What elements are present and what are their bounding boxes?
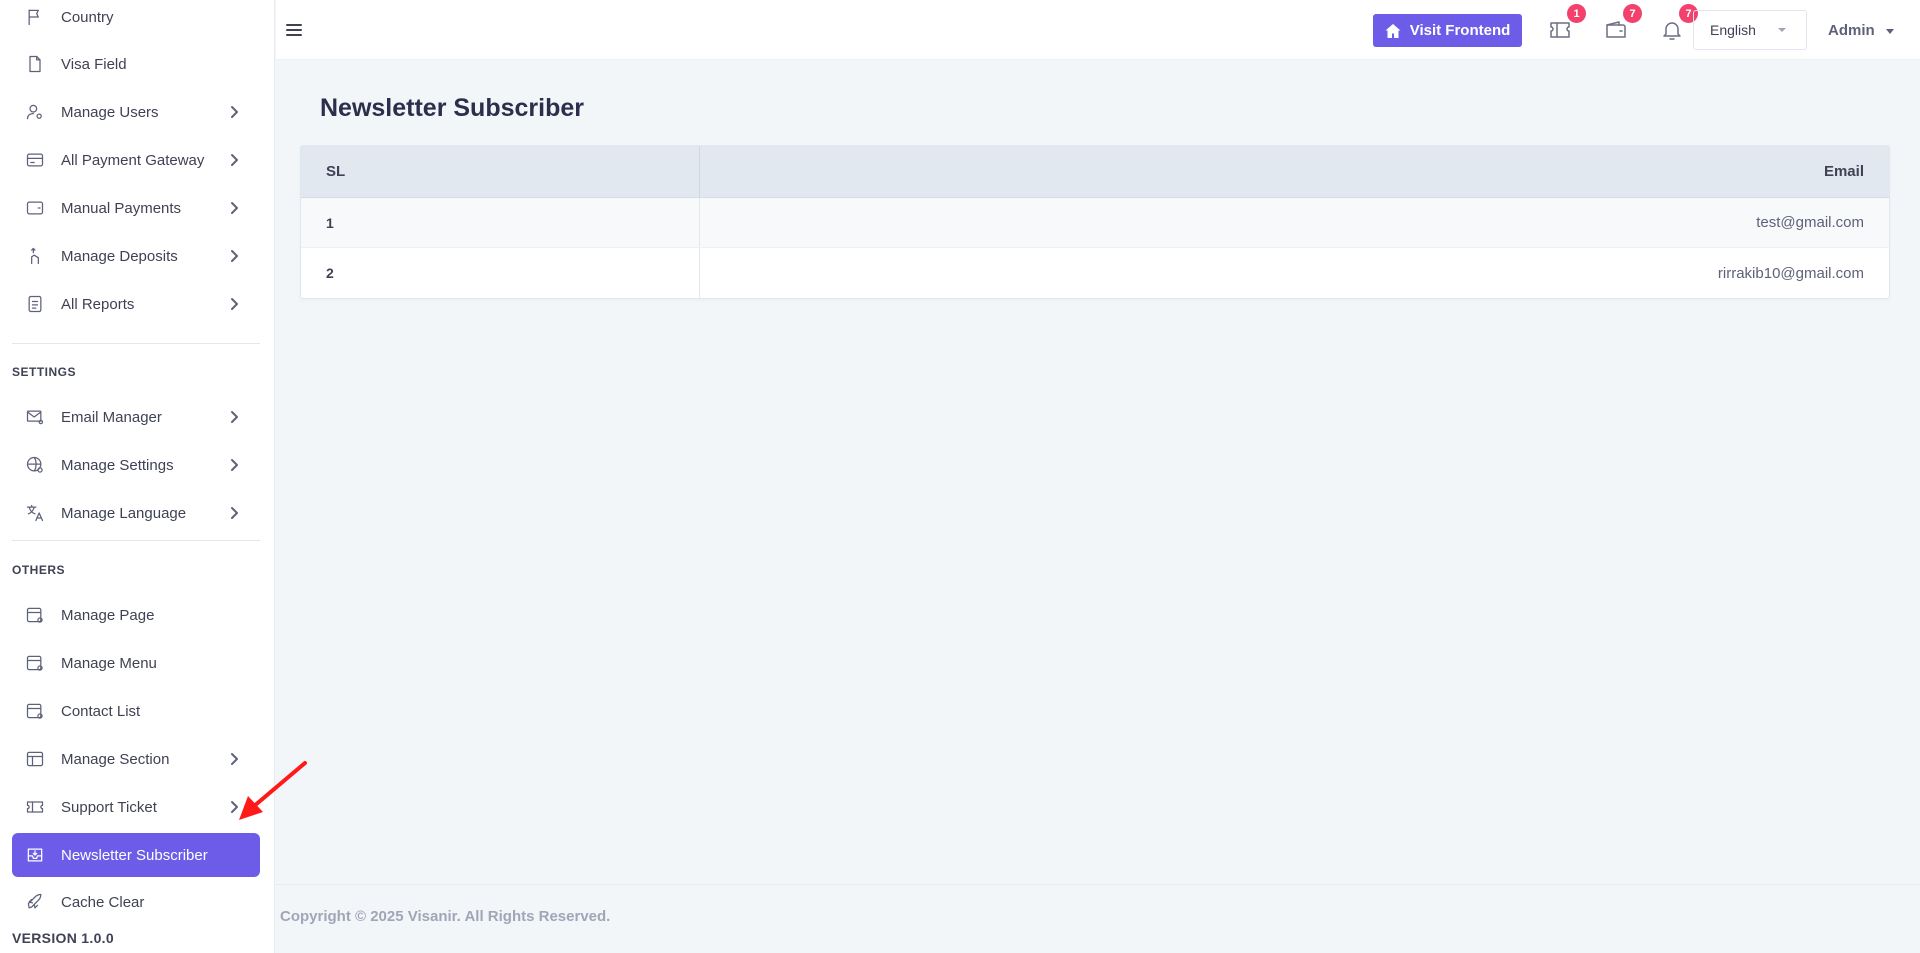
sidebar-item-manage-users[interactable]: Manage Users [12, 90, 260, 134]
chevron-right-icon [226, 104, 242, 120]
translate-icon [25, 503, 45, 523]
sidebar-item-support-ticket[interactable]: Support Ticket [12, 785, 260, 829]
chevron-right-icon [226, 248, 242, 264]
sidebar-item-contact-list[interactable]: Contact List [12, 689, 260, 733]
sidebar-item-label: Email Manager [61, 408, 162, 426]
bell-icon [1663, 22, 1681, 40]
sidebar-item-label: Newsletter Subscriber [61, 846, 208, 864]
annotation-arrow-icon [239, 761, 307, 820]
section-label-others: OTHERS [12, 563, 66, 577]
inbox-icon [25, 845, 45, 865]
caret-down-icon [1885, 28, 1894, 34]
sidebar: Country Visa Field Manage Users All Paym… [0, 0, 275, 953]
section-label-settings: SETTINGS [12, 365, 77, 379]
sidebar-item-label: All Payment Gateway [61, 151, 205, 169]
table-header-row: SL Email [301, 146, 1889, 198]
sidebar-item-label: Manage Section [61, 750, 170, 768]
hamburger-menu-icon[interactable] [284, 20, 304, 40]
sidebar-item-cache-clear[interactable]: Cache Clear [12, 880, 260, 924]
sidebar-item-manage-deposits[interactable]: Manage Deposits [12, 234, 260, 278]
sidebar-item-label: Manage Language [61, 504, 187, 522]
caret-down-icon [1778, 28, 1786, 32]
file-icon [25, 54, 45, 74]
home-icon [1385, 23, 1401, 38]
visit-frontend-label: Visit Frontend [1409, 22, 1511, 39]
row-email: test@gmail.com [1756, 214, 1864, 231]
language-selected-value: English [1710, 22, 1756, 38]
wallet-icon [25, 198, 45, 218]
sidebar-item-label: Manage Deposits [61, 247, 178, 265]
row-sl: 1 [301, 198, 700, 247]
chevron-right-icon [226, 505, 242, 521]
page-title: Newsletter Subscriber [320, 94, 584, 122]
ticket-icon [25, 797, 45, 817]
subscriber-table: SL Email 1 test@gmail.com 2 rirrakib10@g… [300, 145, 1890, 299]
deposit-hand-icon [25, 246, 45, 266]
admin-dropdown[interactable]: Admin [1828, 22, 1894, 39]
flag-icon [25, 7, 45, 27]
user-gear-icon [25, 102, 45, 122]
sidebar-item-email-manager[interactable]: Email Manager [12, 395, 260, 439]
chevron-right-icon [226, 457, 242, 473]
table-row: 1 test@gmail.com [301, 198, 1889, 248]
globe-gear-icon [25, 455, 45, 475]
contact-gear-icon [25, 701, 45, 721]
table-row: 2 rirrakib10@gmail.com [301, 248, 1889, 298]
deposit-notification-button[interactable]: 7 [1604, 4, 1642, 44]
report-icon [25, 294, 45, 314]
sidebar-item-manage-language[interactable]: Manage Language [12, 491, 260, 535]
notification-bell-button[interactable]: 7 [1660, 4, 1698, 44]
deposit-count-badge: 7 [1623, 4, 1642, 23]
row-email: rirrakib10@gmail.com [1717, 264, 1864, 282]
chevron-right-icon [226, 152, 242, 168]
sidebar-item-label: Support Ticket [61, 798, 157, 816]
footer-divider [276, 884, 1920, 885]
sidebar-item-manage-page[interactable]: Manage Page [12, 593, 260, 637]
language-select[interactable]: English [1693, 10, 1807, 50]
sidebar-item-all-reports[interactable]: All Reports [12, 282, 260, 326]
sidebar-item-label: Visa Field [61, 55, 127, 73]
header-sl: SL [301, 146, 700, 197]
ticket-count-badge: 1 [1567, 4, 1586, 23]
mail-gear-icon [25, 407, 45, 427]
sidebar-item-label: Country [61, 8, 114, 26]
sidebar-item-newsletter-subscriber[interactable]: Newsletter Subscriber [12, 833, 260, 877]
wallet-icon [1606, 21, 1626, 38]
row-sl: 2 [301, 248, 700, 298]
header-email: Email [1823, 163, 1864, 180]
chevron-right-icon [226, 296, 242, 312]
sidebar-item-manual-payments[interactable]: Manual Payments [12, 186, 260, 230]
sidebar-item-label: Cache Clear [61, 893, 145, 911]
visit-frontend-button[interactable]: Visit Frontend [1373, 14, 1522, 47]
sidebar-item-visa-field[interactable]: Visa Field [12, 42, 260, 86]
chevron-right-icon [226, 409, 242, 425]
page-gear-icon [25, 605, 45, 625]
sidebar-item-label: Manage Users [61, 103, 159, 121]
sidebar-item-manage-section[interactable]: Manage Section [12, 737, 260, 781]
sidebar-item-label: Contact List [61, 702, 141, 720]
ticket-notification-button[interactable]: 1 [1548, 4, 1586, 44]
topbar: Visit Frontend 1 7 7 English Admin [276, 0, 1920, 60]
sidebar-divider [12, 343, 260, 344]
sidebar-item-manage-menu[interactable]: Manage Menu [12, 641, 260, 685]
sidebar-item-label: All Reports [61, 295, 135, 313]
sidebar-item-label: Manual Payments [61, 199, 182, 217]
copyright-text: Copyright © 2025 Visanir. All Rights Res… [280, 908, 611, 925]
menu-gear-icon [25, 653, 45, 673]
sidebar-item-label: Manage Menu [61, 654, 157, 672]
sidebar-item-country[interactable]: Country [12, 0, 260, 39]
credit-card-icon [25, 150, 45, 170]
chevron-right-icon [226, 200, 242, 216]
sidebar-item-label: Manage Settings [61, 456, 174, 474]
admin-label: Admin [1828, 22, 1875, 39]
sidebar-divider [12, 540, 260, 541]
sidebar-item-label: Manage Page [61, 606, 155, 624]
rocket-icon [25, 892, 45, 912]
sidebar-item-manage-settings[interactable]: Manage Settings [12, 443, 260, 487]
ticket-icon [1550, 22, 1570, 38]
version-label: VERSION 1.0.0 [12, 930, 114, 946]
layout-icon [25, 749, 45, 769]
sidebar-item-all-payment-gateway[interactable]: All Payment Gateway [12, 138, 260, 182]
